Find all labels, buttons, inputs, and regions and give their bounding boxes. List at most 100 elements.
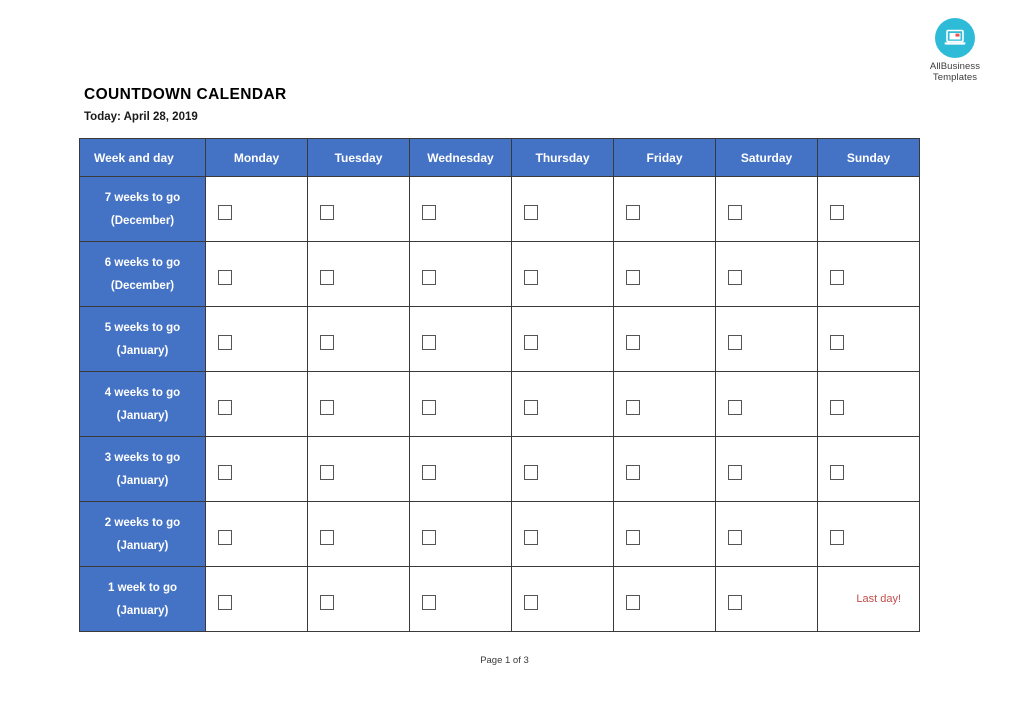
day-cell: [511, 176, 614, 242]
day-checkbox[interactable]: [320, 530, 334, 545]
day-checkbox[interactable]: [218, 595, 232, 610]
day-checkbox[interactable]: [320, 400, 334, 415]
day-checkbox[interactable]: [524, 270, 538, 285]
day-cell: [817, 371, 920, 437]
day-checkbox[interactable]: [626, 270, 640, 285]
week-label-line2: (January): [116, 539, 169, 552]
day-checkbox[interactable]: [626, 530, 640, 545]
day-checkbox[interactable]: [626, 465, 640, 480]
day-checkbox[interactable]: [830, 270, 844, 285]
day-checkbox[interactable]: [320, 270, 334, 285]
table-row: 5 weeks to go (January): [79, 306, 920, 372]
week-label-line2: (January): [116, 344, 169, 357]
day-checkbox[interactable]: [218, 270, 232, 285]
day-checkbox[interactable]: [218, 205, 232, 220]
day-checkbox[interactable]: [626, 205, 640, 220]
week-label-line1: 1 week to go: [107, 582, 178, 594]
week-label-line2: (January): [116, 604, 169, 617]
day-cell: [409, 306, 512, 372]
day-cell: [511, 306, 614, 372]
column-header-tuesday: Tuesday: [307, 138, 410, 177]
day-checkbox[interactable]: [728, 270, 742, 285]
day-cell: [205, 501, 308, 567]
day-cell: [817, 176, 920, 242]
day-checkbox[interactable]: [218, 335, 232, 350]
day-cell: [511, 371, 614, 437]
day-cell: [307, 241, 410, 307]
day-checkbox[interactable]: [422, 465, 436, 480]
week-label-cell: 1 week to go (January): [79, 566, 206, 632]
day-cell: [715, 241, 818, 307]
day-checkbox[interactable]: [728, 465, 742, 480]
day-checkbox[interactable]: [728, 205, 742, 220]
day-checkbox[interactable]: [830, 530, 844, 545]
day-cell: [205, 436, 308, 502]
day-checkbox[interactable]: [524, 335, 538, 350]
day-cell: [511, 501, 614, 567]
day-checkbox[interactable]: [728, 335, 742, 350]
day-cell: [817, 306, 920, 372]
day-cell: [409, 436, 512, 502]
day-cell: [715, 566, 818, 632]
day-checkbox[interactable]: [524, 595, 538, 610]
day-cell: [511, 566, 614, 632]
day-checkbox[interactable]: [626, 400, 640, 415]
table-row: 1 week to go (January) Last day!: [79, 566, 920, 632]
day-checkbox[interactable]: [524, 205, 538, 220]
day-checkbox[interactable]: [422, 270, 436, 285]
day-checkbox[interactable]: [320, 335, 334, 350]
day-cell: [205, 371, 308, 437]
day-checkbox[interactable]: [422, 400, 436, 415]
day-checkbox[interactable]: [218, 530, 232, 545]
day-cell: [613, 566, 716, 632]
countdown-calendar: Week and day Monday Tuesday Wednesday Th…: [79, 138, 920, 632]
page-footer: Page 1 of 3: [480, 655, 529, 666]
day-checkbox[interactable]: [728, 595, 742, 610]
table-row: 3 weeks to go (January): [79, 436, 920, 502]
week-label-line2: (December): [110, 279, 175, 292]
week-label-line1: 2 weeks to go: [104, 517, 181, 529]
day-checkbox[interactable]: [422, 595, 436, 610]
day-checkbox[interactable]: [830, 465, 844, 480]
week-label-line2: (January): [116, 409, 169, 422]
day-checkbox[interactable]: [728, 400, 742, 415]
day-cell: [715, 436, 818, 502]
day-checkbox[interactable]: [320, 205, 334, 220]
week-label-cell: 3 weeks to go (January): [79, 436, 206, 502]
day-cell: [409, 241, 512, 307]
day-cell: [613, 501, 716, 567]
day-cell: [511, 436, 614, 502]
day-checkbox[interactable]: [320, 465, 334, 480]
day-checkbox[interactable]: [422, 335, 436, 350]
day-checkbox[interactable]: [626, 595, 640, 610]
day-checkbox[interactable]: [830, 400, 844, 415]
calendar-head: Week and day Monday Tuesday Wednesday Th…: [79, 138, 920, 177]
day-cell: [613, 306, 716, 372]
day-cell: [205, 241, 308, 307]
day-cell: [205, 176, 308, 242]
week-label-line1: 7 weeks to go: [104, 192, 181, 204]
day-cell: [613, 436, 716, 502]
day-checkbox[interactable]: [218, 465, 232, 480]
day-checkbox[interactable]: [524, 465, 538, 480]
day-checkbox[interactable]: [626, 335, 640, 350]
day-checkbox[interactable]: [422, 205, 436, 220]
brand-logo: AllBusiness Templates: [920, 18, 990, 83]
column-header-sunday: Sunday: [817, 138, 920, 177]
day-checkbox[interactable]: [422, 530, 436, 545]
day-checkbox[interactable]: [524, 530, 538, 545]
column-header-saturday: Saturday: [715, 138, 818, 177]
day-checkbox[interactable]: [830, 205, 844, 220]
day-checkbox[interactable]: [830, 335, 844, 350]
week-label-cell: 6 weeks to go (December): [79, 241, 206, 307]
day-cell: [205, 306, 308, 372]
day-checkbox[interactable]: [728, 530, 742, 545]
day-checkbox[interactable]: [320, 595, 334, 610]
day-cell: [613, 176, 716, 242]
day-checkbox[interactable]: [218, 400, 232, 415]
day-cell: [307, 371, 410, 437]
day-checkbox[interactable]: [524, 400, 538, 415]
page-title: COUNTDOWN CALENDAR: [84, 86, 287, 103]
week-label-line1: 5 weeks to go: [104, 322, 181, 334]
today-date-label: Today: April 28, 2019: [84, 111, 198, 123]
